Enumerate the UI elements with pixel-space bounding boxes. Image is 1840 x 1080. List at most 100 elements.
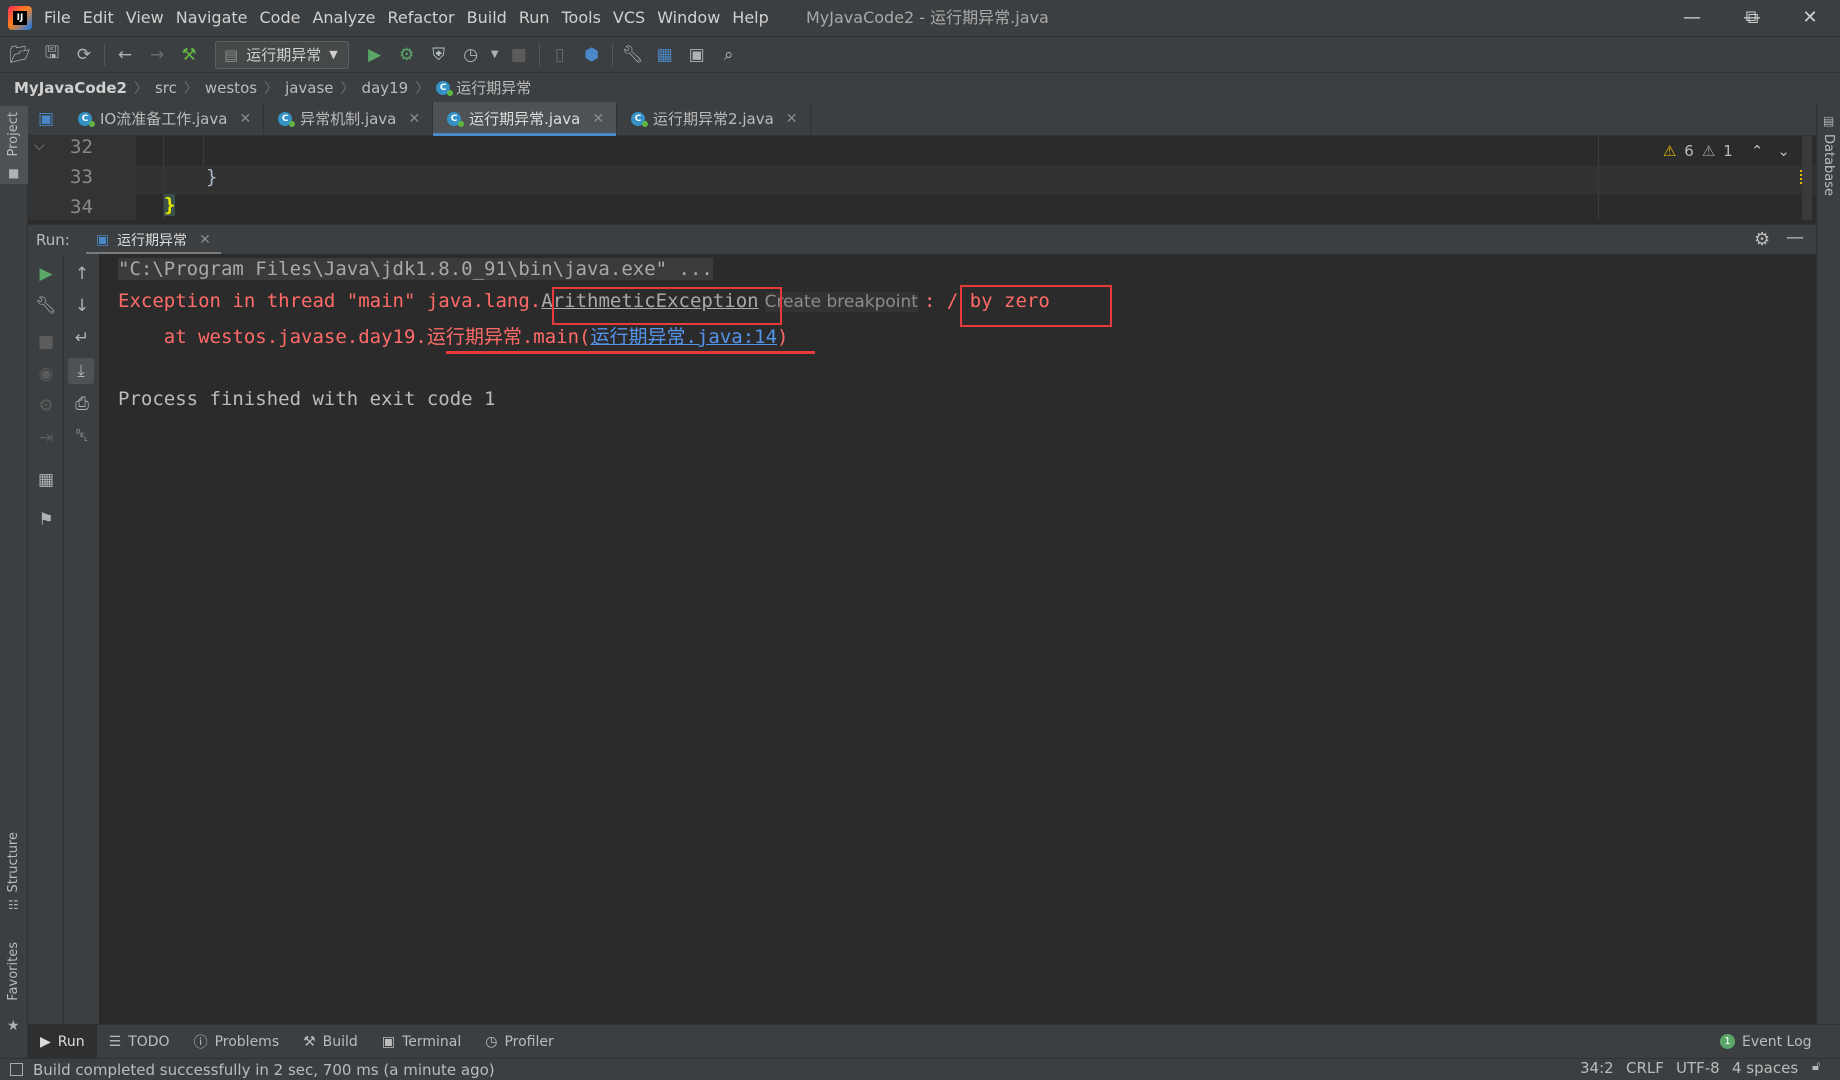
pin-icon[interactable]: ⚑ xyxy=(28,510,64,530)
gear-icon[interactable]: ⚙ xyxy=(1754,229,1770,250)
search-icon[interactable]: ⌕ xyxy=(713,37,745,73)
breadcrumb-class[interactable]: 运行期异常 xyxy=(456,77,531,98)
caret-position[interactable]: 34:2 xyxy=(1580,1059,1614,1077)
menu-build[interactable]: Build xyxy=(465,0,517,36)
sync-icon[interactable]: ⟳ xyxy=(68,37,100,73)
tabs-menu-icon[interactable]: ▣ xyxy=(28,102,64,136)
close-icon[interactable]: ✕ xyxy=(592,111,604,127)
event-log-label: Event Log xyxy=(1742,1033,1812,1050)
event-log-button[interactable]: 1 Event Log xyxy=(1708,1025,1824,1059)
menu-help[interactable]: Help xyxy=(730,0,778,36)
tab-io-prep[interactable]: C IO流准备工作.java ✕ xyxy=(64,101,265,136)
favorites-tool-button[interactable]: Favorites ★ xyxy=(0,932,28,1042)
minimize-window-button[interactable]: — xyxy=(1662,0,1722,36)
create-breakpoint-hint[interactable]: Create breakpoint xyxy=(764,292,918,312)
layout-icon[interactable]: ▦ xyxy=(28,470,64,490)
chevron-up-icon[interactable]: ⌃ xyxy=(1751,142,1764,160)
terminal-window-icon[interactable]: ▣ xyxy=(681,37,713,73)
code-editor[interactable]: ⌵ 32 33 34 } } ⚠ 6 ⚠ 1 ⌃ ⌄ xyxy=(28,136,1816,220)
soft-wrap-icon[interactable]: ↵ xyxy=(64,328,100,348)
wrench-icon[interactable]: 🔧︎ xyxy=(28,296,64,316)
tab-runtime-exception-2[interactable]: C 运行期异常2.java ✕ xyxy=(617,101,811,136)
trash-icon[interactable]: ␡ xyxy=(64,426,100,446)
bottom-tab-run[interactable]: ▶ Run xyxy=(28,1024,97,1059)
inspection-widget[interactable]: ⚠ 6 ⚠ 1 ⌃ ⌄ xyxy=(1663,142,1790,160)
source-link-class[interactable]: 运行期异常 xyxy=(591,326,686,348)
bottom-tab-todo[interactable]: ☰ TODO xyxy=(97,1025,182,1059)
status-message[interactable]: Build completed successfully in 2 sec, 7… xyxy=(33,1061,495,1079)
build-hammer-icon[interactable]: ⚒ xyxy=(173,37,205,73)
scroll-to-end-icon[interactable]: ⤓ xyxy=(68,358,94,384)
menu-code[interactable]: Code xyxy=(258,0,311,36)
bottom-tab-problems[interactable]: ⓘ Problems xyxy=(182,1025,292,1059)
database-tool-label: Database xyxy=(1821,134,1836,197)
tab-exception-mechanism[interactable]: C 异常机制.java ✕ xyxy=(264,101,434,136)
menu-vcs[interactable]: VCS xyxy=(611,0,655,36)
forward-arrow-icon[interactable]: → xyxy=(141,37,173,73)
file-encoding[interactable]: UTF-8 xyxy=(1676,1059,1720,1077)
debug-bug-icon[interactable]: ⚙ xyxy=(391,37,423,73)
close-window-button[interactable]: ✕ xyxy=(1780,0,1840,36)
bottom-tab-build[interactable]: ⚒ Build xyxy=(291,1025,370,1059)
breadcrumb-project[interactable]: MyJavaCode2 xyxy=(14,79,127,97)
back-arrow-icon[interactable]: ← xyxy=(109,37,141,73)
sdk-manager-icon[interactable]: ⬢ xyxy=(576,37,608,73)
tab-runtime-exception[interactable]: C 运行期异常.java ✕ xyxy=(433,101,618,136)
menu-window[interactable]: Window xyxy=(655,0,730,36)
menu-refactor[interactable]: Refactor xyxy=(386,0,465,36)
database-tool-button[interactable]: ▤ Database xyxy=(1817,112,1840,208)
run-tab-label: 运行期异常 xyxy=(117,232,188,249)
stop-icon[interactable]: ■ xyxy=(503,37,535,73)
hide-panel-icon[interactable]: — xyxy=(1786,227,1804,248)
menu-edit[interactable]: Edit xyxy=(81,0,124,36)
status-panel-toggle-icon[interactable] xyxy=(10,1063,23,1076)
menu-navigate[interactable]: Navigate xyxy=(174,0,258,36)
menu-analyze[interactable]: Analyze xyxy=(310,0,385,36)
bottom-tab-terminal[interactable]: ▣ Terminal xyxy=(370,1025,473,1059)
chevron-down-icon[interactable]: ⌄ xyxy=(1777,142,1790,160)
chevron-down-icon[interactable]: ▼ xyxy=(487,37,503,73)
indent-setting[interactable]: 4 spaces xyxy=(1732,1059,1798,1077)
line-separator[interactable]: CRLF xyxy=(1626,1059,1664,1077)
breadcrumb-javase[interactable]: javase xyxy=(285,79,333,97)
settings-wrench-icon[interactable]: 🔧︎ xyxy=(617,37,649,73)
rerun-icon[interactable]: ▶ xyxy=(28,264,64,284)
close-icon[interactable]: ✕ xyxy=(408,111,420,127)
console-output[interactable]: "C:\Program Files\Java\jdk1.8.0_91\bin\j… xyxy=(100,254,1816,1024)
breadcrumb-src[interactable]: src xyxy=(155,79,177,97)
source-link-file[interactable]: .java:14 xyxy=(686,326,778,348)
profiler-icon[interactable]: ◷ xyxy=(455,37,487,73)
print-icon[interactable]: ⎙ xyxy=(64,394,100,414)
bottom-tab-profiler[interactable]: ◷ Profiler xyxy=(473,1025,566,1059)
breadcrumb-westos[interactable]: westos xyxy=(205,79,257,97)
project-structure-icon[interactable]: ▦ xyxy=(649,37,681,73)
save-icon[interactable]: 🖫︎ xyxy=(36,37,68,73)
structure-tool-button[interactable]: Structure ☷ xyxy=(0,822,28,916)
project-tool-button[interactable]: Project ■ xyxy=(0,106,28,184)
arrow-down-icon[interactable]: ↓ xyxy=(64,296,100,316)
kill-process-icon[interactable]: ⚙ xyxy=(28,396,64,416)
close-icon[interactable]: ✕ xyxy=(239,111,251,127)
coverage-shield-icon[interactable]: ⛨ xyxy=(423,37,455,73)
restore-icon: ⧉ xyxy=(1745,7,1759,28)
close-icon[interactable]: ✕ xyxy=(786,111,798,127)
stop-icon[interactable]: ■ xyxy=(28,332,64,352)
menu-tools[interactable]: Tools xyxy=(560,0,611,36)
collapse-chevron-icon[interactable]: ⌵ xyxy=(34,138,45,154)
menu-file[interactable]: File xyxy=(42,0,81,36)
unlock-icon[interactable]: 🔓︎ xyxy=(1812,1059,1820,1074)
run-config-selector[interactable]: ▤ 运行期异常 ▼ xyxy=(215,40,349,69)
device-icon[interactable]: ▯ xyxy=(544,37,576,73)
arrow-up-icon[interactable]: ↑ xyxy=(64,264,100,284)
open-folder-icon[interactable]: 📂︎ xyxy=(4,37,36,73)
run-icon[interactable]: ▶ xyxy=(359,37,391,73)
camera-icon[interactable]: ◉ xyxy=(28,364,64,384)
restore-window-button[interactable]: ⧉ xyxy=(1722,0,1782,36)
run-tab[interactable]: ▣ 运行期异常 ✕ xyxy=(85,225,221,255)
menu-run[interactable]: Run xyxy=(517,0,560,36)
breadcrumb-day19[interactable]: day19 xyxy=(362,79,409,97)
editor-scrollbar[interactable] xyxy=(1802,136,1812,220)
close-icon[interactable]: ✕ xyxy=(199,232,211,248)
menu-view[interactable]: View xyxy=(124,0,174,36)
exit-icon[interactable]: ⇥ xyxy=(28,428,64,448)
